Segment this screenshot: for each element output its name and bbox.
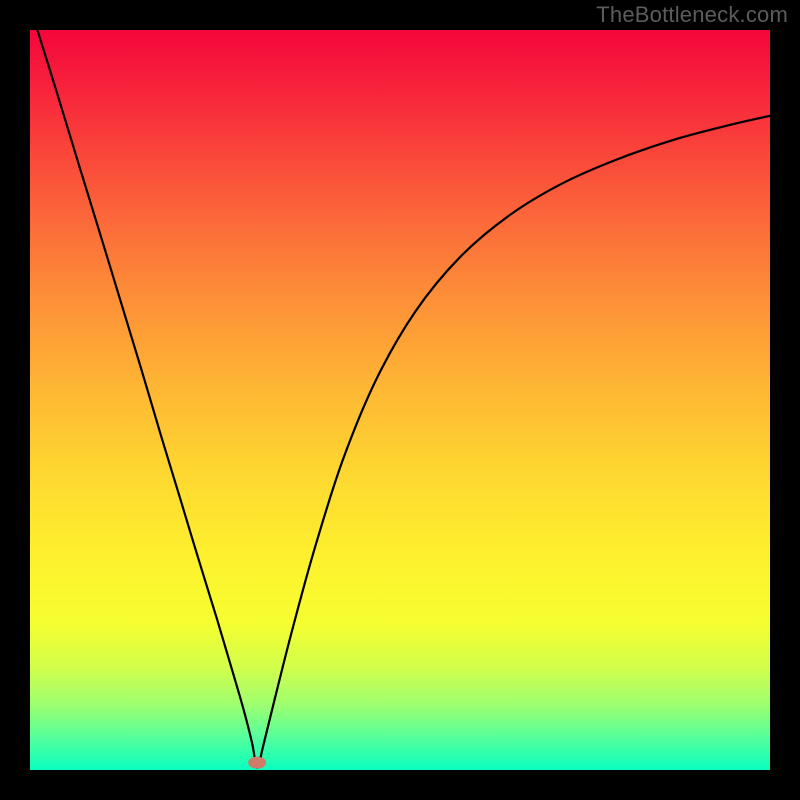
plot-background bbox=[30, 30, 770, 770]
bottleneck-chart bbox=[0, 0, 800, 800]
chart-frame: TheBottleneck.com bbox=[0, 0, 800, 800]
optimal-point-marker bbox=[248, 757, 266, 769]
watermark-text: TheBottleneck.com bbox=[596, 2, 788, 28]
